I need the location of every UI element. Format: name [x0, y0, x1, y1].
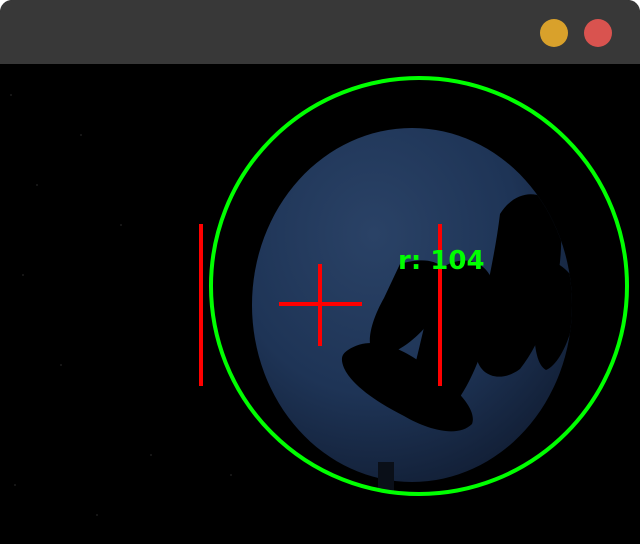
title-bar[interactable]	[0, 0, 640, 64]
radius-label: r: 104	[398, 246, 485, 276]
tracked-object	[252, 128, 572, 492]
app-window: r: 104	[0, 0, 640, 544]
camera-feed-view: r: 104	[0, 64, 640, 544]
detection-overlay: r: 104	[10, 76, 629, 516]
minimize-button[interactable]	[540, 19, 568, 47]
background-noise	[10, 94, 232, 516]
close-button[interactable]	[584, 19, 612, 47]
